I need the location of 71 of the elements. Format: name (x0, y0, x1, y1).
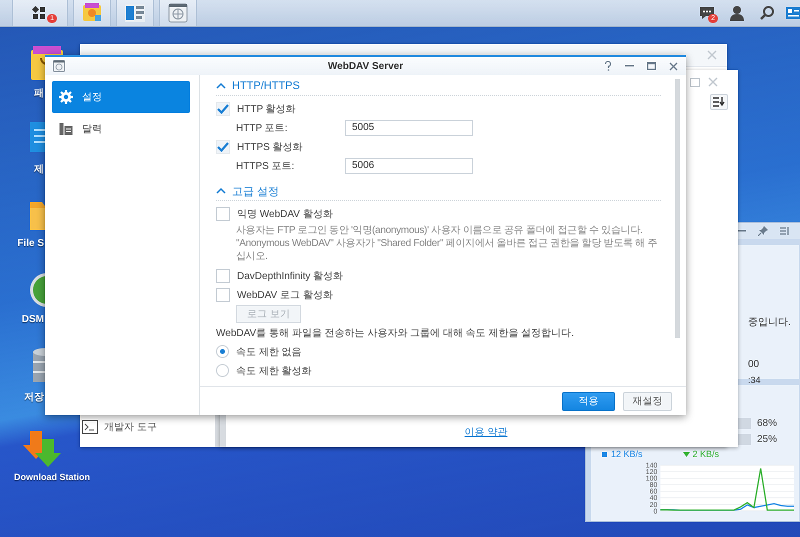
sidebar-item[interactable]: 달력 (52, 113, 190, 145)
package-icon (81, 3, 103, 23)
search-icon (759, 5, 775, 21)
checkmark-icon (217, 104, 229, 114)
reset-button[interactable]: 재설정 (623, 392, 672, 410)
legend-square-icon (601, 450, 608, 458)
taskbar-app-button[interactable] (159, 0, 197, 26)
checkbox-label: 익명 WebDAV 활성화 (237, 208, 333, 220)
checkbox[interactable] (216, 288, 230, 302)
icon-label: DSM (22, 314, 44, 325)
checkmark-icon (217, 142, 229, 152)
log-icon (59, 122, 73, 136)
status-text: 00 (748, 359, 760, 370)
input-field[interactable]: 5006 (345, 158, 473, 174)
legend-label: 2 KB/s (692, 449, 720, 459)
globe-icon (167, 3, 189, 23)
description-text: 사용자는 FTP 로그인 동안 '익명(anonymous)' 사용자 이름으로 공유 폴더에 접근할 수 있습니다. "Anonymous WebDAV" 사용자가 "Shared Folder" 페이지에서 올바른 접근 권한을 할당 받도록 해 주십시오. (236, 224, 658, 263)
icon-label: File S (17, 238, 44, 249)
grid-icon (32, 6, 48, 20)
terms-link[interactable]: 이용 약관 (464, 425, 508, 439)
checkbox-label: HTTPS 활성화 (237, 140, 303, 154)
radio-button[interactable] (216, 364, 229, 377)
panel-icon (124, 3, 146, 23)
checkbox-label: WebDAV 로그 활성화 (237, 288, 333, 302)
scrollbar[interactable] (675, 79, 680, 338)
globe-icon (53, 60, 65, 72)
status-text: :34 (748, 375, 761, 385)
icon-label: 제 (34, 163, 44, 176)
radio-label: 속도 제한 없음 (236, 346, 302, 358)
widget-icon (786, 6, 800, 20)
minimize-icon[interactable] (738, 230, 746, 232)
usage-reading: 68% (757, 418, 778, 428)
checkbox[interactable] (216, 102, 230, 116)
pin-icon[interactable] (758, 226, 768, 236)
usage-reading: 25% (757, 434, 778, 444)
sort-icon (713, 97, 725, 107)
legend-label: 12 KB/s (611, 449, 643, 459)
help-icon[interactable] (604, 61, 612, 71)
taskbar-app-button[interactable] (73, 0, 111, 26)
user-icon (729, 5, 745, 21)
checkbox[interactable] (216, 268, 230, 282)
close-icon[interactable] (669, 62, 678, 70)
sidebar-item[interactable]: 개발자 도구 (80, 420, 215, 434)
radio-label: 속도 제한 활성화 (236, 364, 312, 378)
section-title: HTTP/HTTPS (232, 80, 300, 92)
section-title: 고급 설정 (232, 184, 280, 198)
icon-label: Download Station (14, 472, 90, 482)
checkbox-label: HTTP 활성화 (237, 102, 296, 116)
field-label: HTTP 포트: (236, 122, 288, 134)
apply-button[interactable]: 적용 (562, 392, 615, 410)
sort-button[interactable] (710, 94, 728, 110)
checkbox-label: DavDepthInfinity 활성화 (237, 270, 344, 282)
minimize-icon[interactable] (625, 65, 634, 67)
icon-label: 패 (34, 87, 44, 100)
radio-button[interactable] (216, 345, 229, 358)
field-label: HTTPS 포트: (236, 160, 296, 172)
taskbar-app-button[interactable] (116, 0, 154, 26)
sidebar-item[interactable]: 설정 (52, 81, 190, 113)
input-field[interactable]: 5005 (345, 120, 473, 136)
chevron-icon[interactable] (216, 82, 226, 90)
menu-icon[interactable] (780, 226, 790, 236)
gear-icon (59, 90, 73, 104)
legend-triangle-icon (682, 450, 690, 458)
checkbox[interactable] (216, 206, 230, 220)
status-text: 중입니다. (748, 316, 791, 329)
window-title: WebDAV Server (328, 60, 404, 72)
chevron-icon[interactable] (216, 187, 226, 195)
maximize-icon[interactable] (647, 62, 656, 70)
description-text: WebDAV를 통해 파일을 전송하는 사용자와 그룹에 대해 속도 제한을 설정합니다. (216, 326, 574, 340)
checkbox[interactable] (216, 140, 230, 154)
icon-label: 저장 (24, 391, 44, 404)
